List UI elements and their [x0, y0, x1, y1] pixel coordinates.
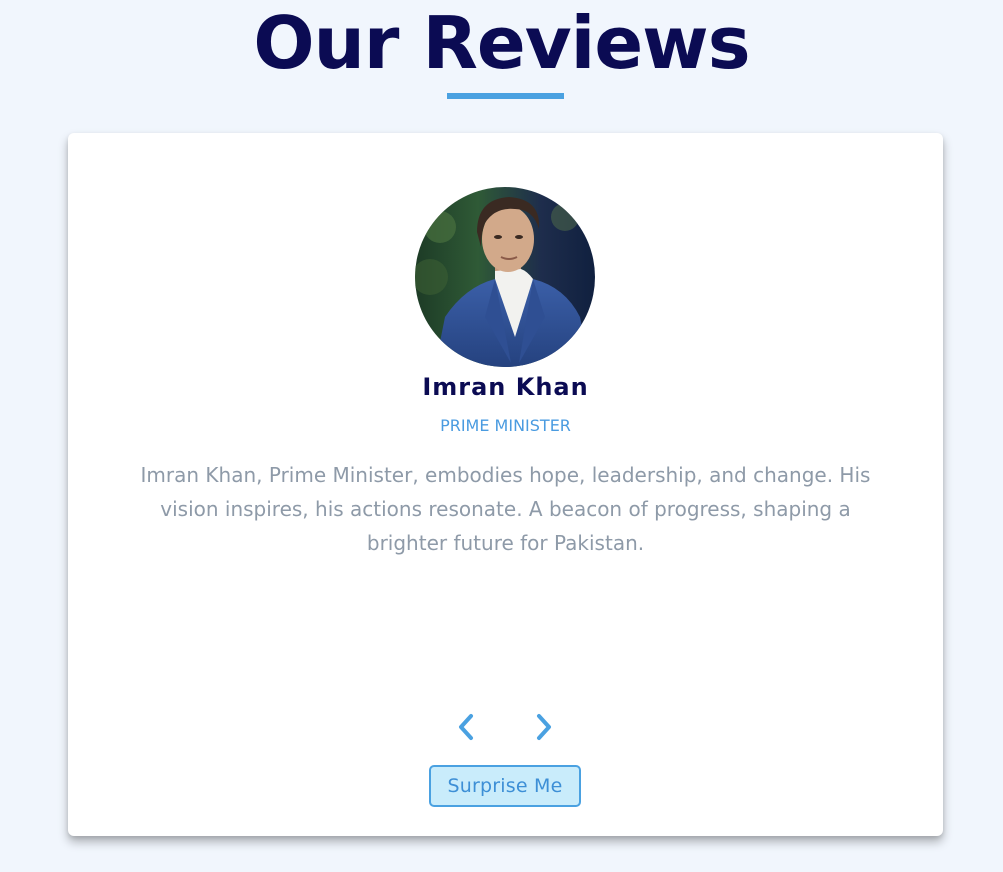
- title-underline: [447, 93, 564, 99]
- review-text: Imran Khan, Prime Minister, embodies hop…: [140, 463, 871, 555]
- next-button[interactable]: [530, 710, 558, 744]
- reviewer-role: PRIME MINISTER: [440, 416, 571, 435]
- section-title: Our Reviews: [253, 1, 750, 85]
- reviews-page: Our Reviews Imran Khan PRIME MINISTER Im…: [0, 0, 1003, 872]
- reviewer-photo: [415, 187, 595, 367]
- prev-button[interactable]: [452, 710, 480, 744]
- surprise-me-button[interactable]: Surprise Me: [429, 765, 581, 807]
- review-card: Imran Khan PRIME MINISTER Imran Khan, Pr…: [68, 133, 943, 836]
- chevron-right-icon: [537, 714, 551, 740]
- chevron-left-icon: [459, 714, 473, 740]
- reviewer-name: Imran Khan: [422, 373, 589, 401]
- portrait-image: [415, 187, 595, 367]
